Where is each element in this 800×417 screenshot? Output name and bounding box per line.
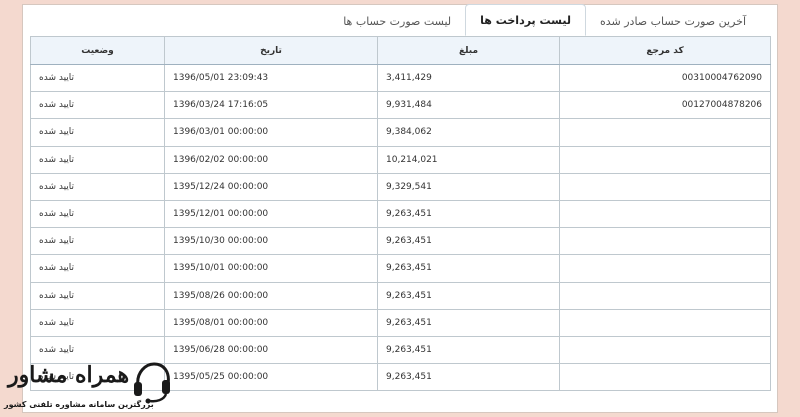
cell-date: 1396/02/02 00:00:00 (164, 145, 378, 174)
table-row[interactable]: 9,263,451 1395/12/01 00:00:00 تایید شده (30, 199, 771, 229)
table-row[interactable]: 9,263,451 1395/08/26 00:00:00 تایید شده (30, 281, 771, 310)
cell-status: تایید شده (30, 91, 165, 120)
cell-date: 1395/12/24 00:00:00 (164, 172, 378, 201)
table-row[interactable]: 9,263,451 1395/10/30 00:00:00 تایید شده (30, 227, 771, 256)
cell-ref (559, 118, 771, 147)
cell-amount: 9,931,484 (377, 91, 560, 120)
table-row[interactable]: 9,329,541 1395/12/24 00:00:00 تایید شده (30, 172, 771, 201)
watermark-name: همراه مشاور (8, 362, 130, 388)
cell-ref (559, 172, 771, 201)
column-header-amount[interactable]: مبلغ (377, 36, 560, 65)
cell-status: تایید شده (30, 254, 165, 283)
cell-ref (559, 281, 771, 310)
watermark-logo: همراه مشاور بزرگترین سامانه مشاوره تلفنی… (2, 360, 174, 416)
cell-status: تایید شده (30, 63, 165, 93)
cell-amount: 9,263,451 (377, 308, 560, 337)
tab-bar: آخرین صورت حساب صادر شده لیست پرداخت ها … (329, 4, 760, 36)
tab-payments-list[interactable]: لیست پرداخت ها (465, 4, 586, 36)
tab-bills-list[interactable]: لیست صورت حساب ها (329, 8, 465, 36)
payments-table: کد مرجع مبلغ تاریخ وضعیت 00310004762090 3… (30, 36, 771, 392)
cell-ref (559, 227, 771, 256)
cell-date: 1396/05/01 23:09:43 (164, 63, 378, 93)
cell-ref (559, 308, 771, 337)
cell-date: 1396/03/01 00:00:00 (164, 118, 378, 147)
cell-date: 1395/12/01 00:00:00 (164, 199, 378, 229)
column-header-ref[interactable]: کد مرجع (559, 36, 771, 65)
table-header-row: کد مرجع مبلغ تاریخ وضعیت (30, 36, 771, 65)
table-row[interactable]: 9,263,451 1395/08/01 00:00:00 تایید شده (30, 308, 771, 337)
cell-amount: 10,214,021 (377, 145, 560, 174)
cell-ref (559, 254, 771, 283)
cell-ref (559, 199, 771, 229)
cell-amount: 9,263,451 (377, 254, 560, 283)
column-header-date[interactable]: تاریخ (164, 36, 378, 65)
cell-date: 1395/05/25 00:00:00 (164, 363, 378, 392)
cell-amount: 3,411,429 (377, 63, 560, 93)
cell-date: 1396/03/24 17:16:05 (164, 91, 378, 120)
column-header-status[interactable]: وضعیت (30, 36, 165, 65)
cell-status: تایید شده (30, 199, 165, 229)
table-row[interactable]: 10,214,021 1396/02/02 00:00:00 تایید شده (30, 145, 771, 174)
table-row[interactable]: 9,384,062 1396/03/01 00:00:00 تایید شده (30, 118, 771, 147)
table-body: 00310004762090 3,411,429 1396/05/01 23:09:… (30, 63, 771, 392)
cell-status: تایید شده (30, 172, 165, 201)
cell-date: 1395/10/01 00:00:00 (164, 254, 378, 283)
cell-date: 1395/08/26 00:00:00 (164, 281, 378, 310)
cell-status: تایید شده (30, 308, 165, 337)
table-row[interactable]: 00310004762090 3,411,429 1396/05/01 23:09:… (30, 63, 771, 93)
cell-amount: 9,263,451 (377, 363, 560, 392)
headset-icon (134, 362, 170, 404)
cell-status: تایید شده (30, 281, 165, 310)
cell-amount: 9,329,541 (377, 172, 560, 201)
cell-status: تایید شده (30, 145, 165, 174)
cell-date: 1395/06/28 00:00:00 (164, 335, 378, 365)
cell-amount: 9,263,451 (377, 227, 560, 256)
cell-ref (559, 335, 771, 365)
cell-amount: 9,263,451 (377, 199, 560, 229)
cell-date: 1395/10/30 00:00:00 (164, 227, 378, 256)
cell-ref: 00127004878206 (559, 91, 771, 120)
table-row[interactable]: 00127004878206 9,931,484 1396/03/24 17:16:… (30, 91, 771, 120)
cell-amount: 9,384,062 (377, 118, 560, 147)
table-row[interactable]: 9,263,451 1395/10/01 00:00:00 تایید شده (30, 254, 771, 283)
cell-ref (559, 363, 771, 392)
cell-amount: 9,263,451 (377, 281, 560, 310)
cell-ref (559, 145, 771, 174)
cell-status: تایید شده (30, 227, 165, 256)
cell-status: تایید شده (30, 118, 165, 147)
cell-date: 1395/08/01 00:00:00 (164, 308, 378, 337)
cell-amount: 9,263,451 (377, 335, 560, 365)
cell-ref: 00310004762090 (559, 63, 771, 93)
tab-latest-bill[interactable]: آخرین صورت حساب صادر شده (586, 8, 760, 36)
